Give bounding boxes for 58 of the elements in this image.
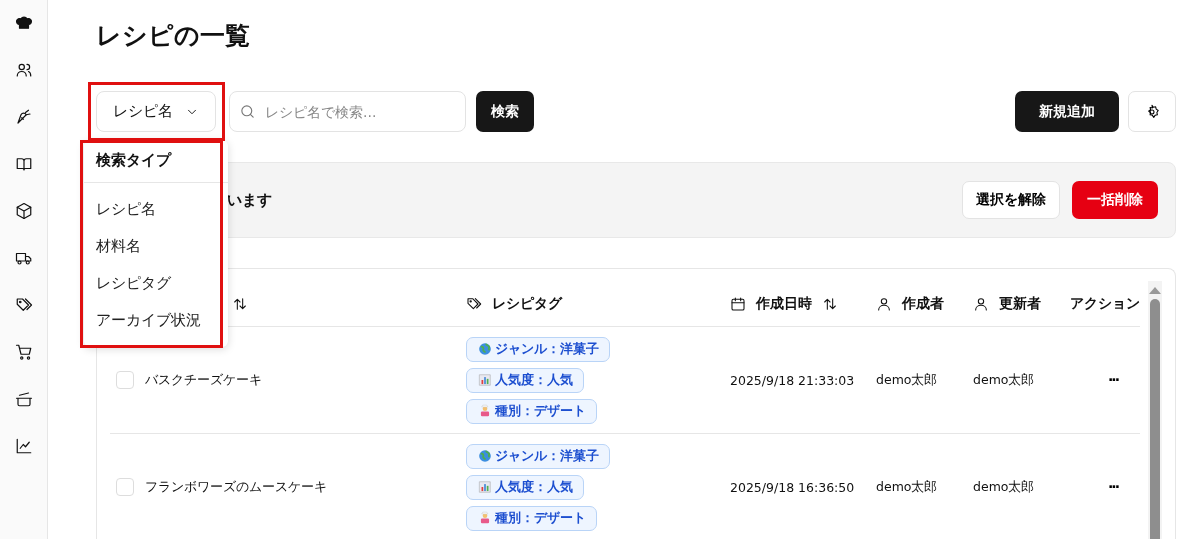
tag-icon [466,295,482,312]
menu-item[interactable]: レシピ名 [84,191,228,228]
column-header: 更新者 [999,294,1041,313]
chef-icon [478,511,492,525]
recipe-tag: 人気度：人気 [466,367,584,393]
pot-icon[interactable] [14,390,33,408]
page-title: レシピの一覧 [96,20,251,52]
search-type-select[interactable]: レシピ名 [96,91,216,132]
users-icon[interactable] [14,61,33,79]
chef-icon [478,404,492,418]
recipe-tag: 種別：デザート [466,398,597,424]
bulk-delete-button[interactable]: 一括削除 [1072,181,1158,219]
created-date: 2025/9/18 21:33:03 [730,372,855,388]
search-button[interactable]: 検索 [476,91,534,132]
book-icon[interactable] [14,155,33,173]
recipe-name: バスクチーズケーキ [145,371,262,389]
recipe-tag: 人気度：人気 [466,474,584,500]
column-header: 作成者 [902,294,944,313]
bar-chart-icon [478,373,492,387]
calendar-icon [730,295,746,312]
settings-button[interactable] [1128,91,1176,132]
sort-icon [232,295,248,312]
recipe-tag: ジャンル：洋菓子 [466,336,610,362]
column-header: アクション [1070,294,1140,313]
menu-item[interactable]: レシピタグ [84,265,228,302]
updater-name: demo太郎 [973,371,1035,389]
recipe-tag: ジャンル：洋菓子 [466,443,610,469]
recipe-tag: 種別：デザート [466,505,597,531]
cart-icon[interactable] [14,343,33,361]
updater-name: demo太郎 [973,478,1035,496]
column-header: 作成日時 [756,294,812,313]
recipe-name: フランボワーズのムースケーキ [145,478,327,496]
column-header: レシピタグ [492,294,562,313]
user-icon [973,295,989,312]
creator-name: demo太郎 [876,371,938,389]
globe-icon [478,342,492,356]
globe-icon [478,449,492,463]
search-field[interactable]: レシピ名で検索... [229,91,466,132]
more-actions-button[interactable]: ··· [1108,372,1118,388]
user-icon [876,295,892,312]
scrollbar[interactable] [1148,281,1162,539]
selection-message: います [227,190,272,210]
creator-name: demo太郎 [876,478,938,496]
box-icon[interactable] [14,202,33,220]
menu-item[interactable]: 材料名 [84,228,228,265]
more-actions-button[interactable]: ··· [1108,479,1118,495]
clear-selection-button[interactable]: 選択を解除 [962,181,1060,219]
menu-item[interactable]: アーカイブ状況 [84,302,228,339]
add-button[interactable]: 新規追加 [1015,91,1119,132]
created-date: 2025/9/18 16:36:50 [730,479,855,495]
row-checkbox[interactable] [116,478,134,496]
menu-header: 検索タイプ [84,140,228,183]
tags-icon[interactable] [14,296,33,314]
row-checkbox[interactable] [116,371,134,389]
chart-icon[interactable] [14,437,33,455]
bar-chart-icon [478,480,492,494]
sort-icon [822,295,838,312]
chef-hat-icon[interactable] [14,14,33,32]
